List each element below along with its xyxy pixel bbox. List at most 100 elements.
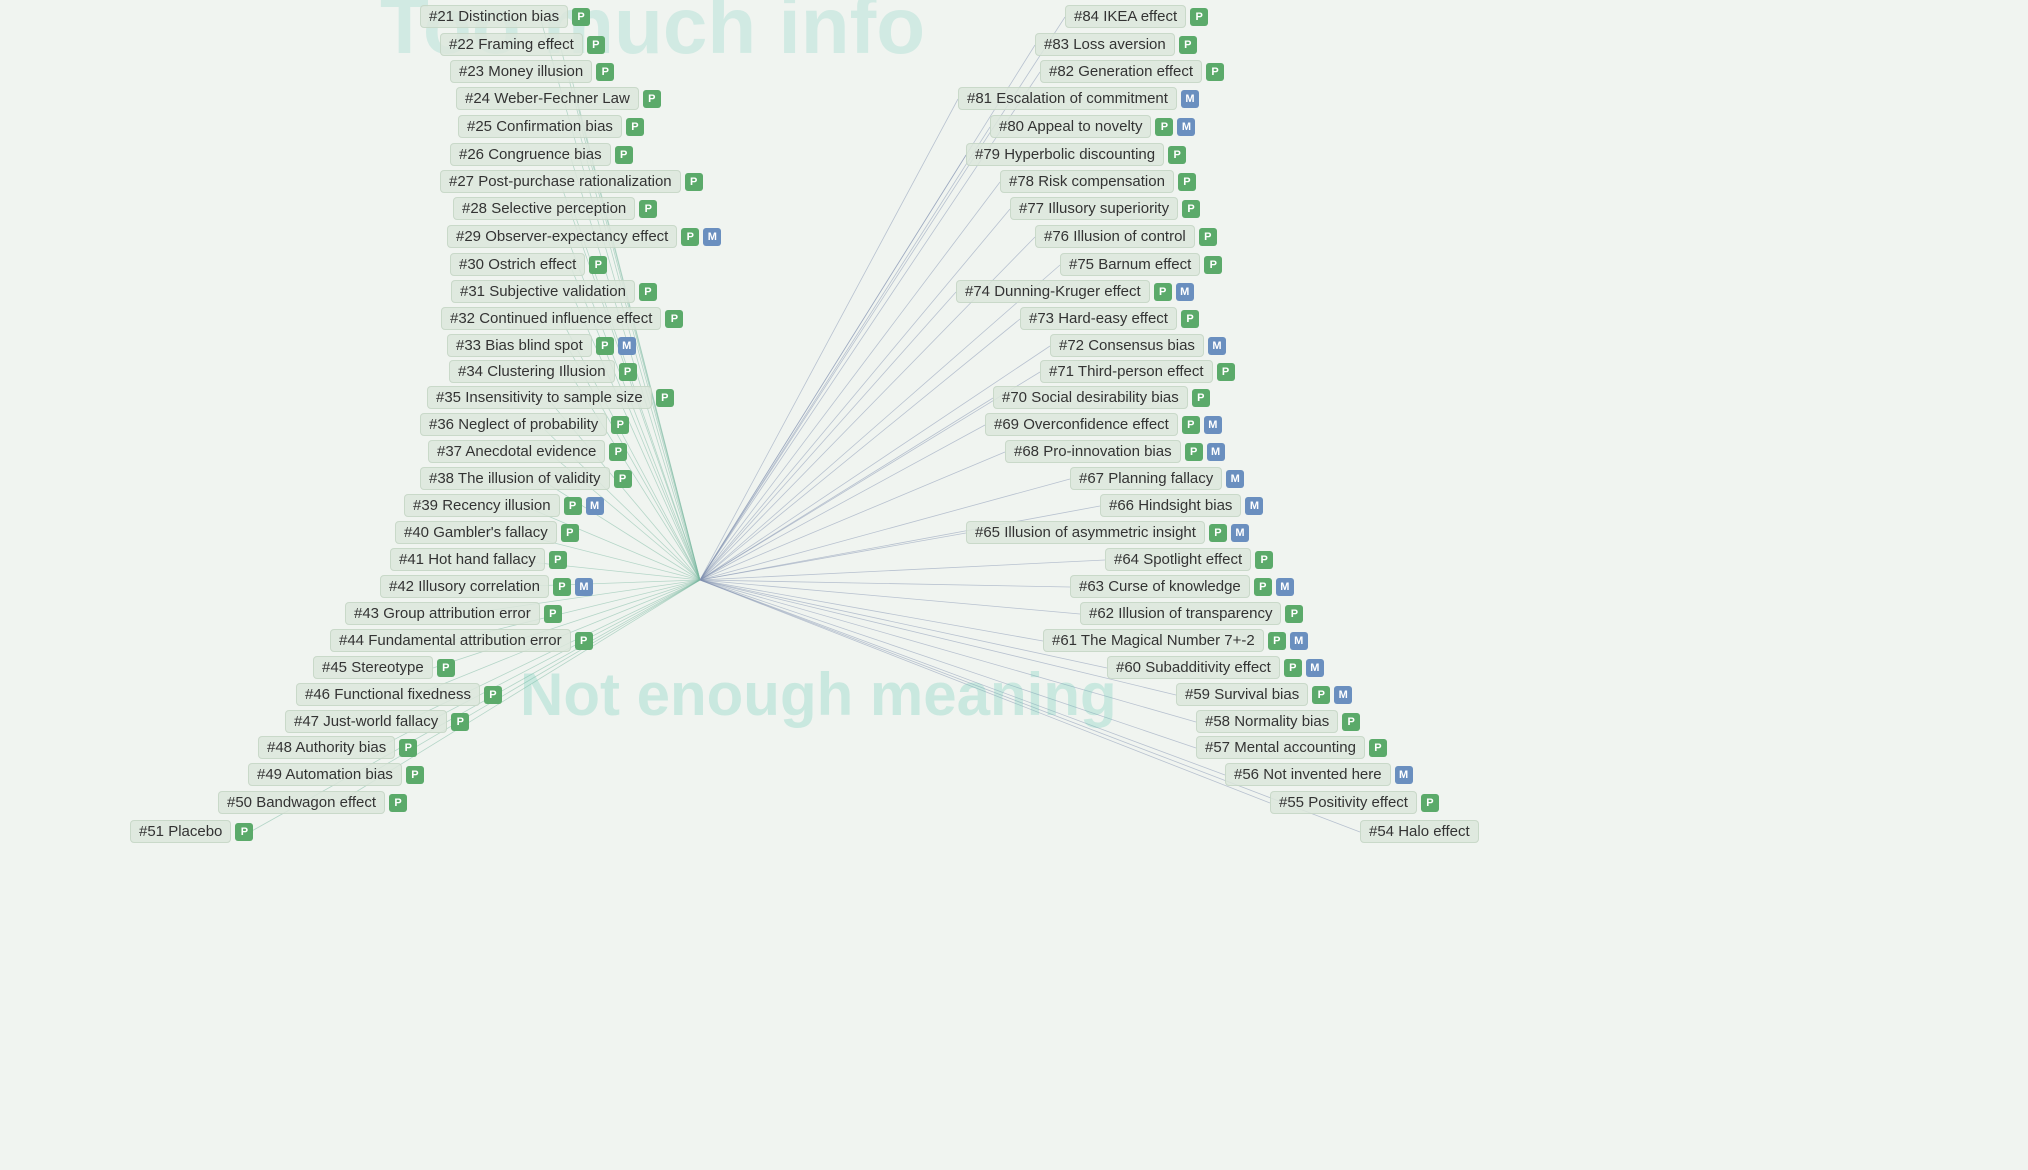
- tag-m-72: M: [1208, 337, 1226, 355]
- bias-node-49[interactable]: #49 Automation biasP: [248, 763, 424, 786]
- tag-m-69: M: [1204, 416, 1222, 434]
- bias-node-60[interactable]: #60 Subadditivity effectPM: [1107, 656, 1324, 679]
- bias-node-30[interactable]: #30 Ostrich effectP: [450, 253, 607, 276]
- bias-label-41: #41 Hot hand fallacy: [390, 548, 545, 571]
- bias-node-57[interactable]: #57 Mental accountingP: [1196, 736, 1387, 759]
- bias-node-74[interactable]: #74 Dunning-Kruger effectPM: [956, 280, 1194, 303]
- tag-p-46: P: [484, 686, 502, 704]
- tag-p-25: P: [626, 118, 644, 136]
- bias-node-65[interactable]: #65 Illusion of asymmetric insightPM: [966, 521, 1249, 544]
- bias-node-64[interactable]: #64 Spotlight effectP: [1105, 548, 1273, 571]
- bias-node-26[interactable]: #26 Congruence biasP: [450, 143, 633, 166]
- bias-label-59: #59 Survival bias: [1176, 683, 1308, 706]
- tag-p-74: P: [1154, 283, 1172, 301]
- bias-node-47[interactable]: #47 Just-world fallacyP: [285, 710, 469, 733]
- bias-node-56[interactable]: #56 Not invented hereM: [1225, 763, 1413, 786]
- bias-node-21[interactable]: #21 Distinction biasP: [420, 5, 590, 28]
- bias-label-67: #67 Planning fallacy: [1070, 467, 1222, 490]
- tag-p-40: P: [561, 524, 579, 542]
- tag-m-56: M: [1395, 766, 1413, 784]
- bias-node-54[interactable]: #54 Halo effect: [1360, 820, 1479, 843]
- bias-node-68[interactable]: #68 Pro-innovation biasPM: [1005, 440, 1225, 463]
- bias-node-75[interactable]: #75 Barnum effectP: [1060, 253, 1222, 276]
- bias-node-37[interactable]: #37 Anecdotal evidenceP: [428, 440, 627, 463]
- tag-m-80: M: [1177, 118, 1195, 136]
- tag-p-78: P: [1178, 173, 1196, 191]
- bias-node-42[interactable]: #42 Illusory correlationPM: [380, 575, 593, 598]
- bias-node-48[interactable]: #48 Authority biasP: [258, 736, 417, 759]
- bias-node-43[interactable]: #43 Group attribution errorP: [345, 602, 562, 625]
- tag-p-39: P: [564, 497, 582, 515]
- bias-node-84[interactable]: #84 IKEA effectP: [1065, 5, 1208, 28]
- bias-node-63[interactable]: #63 Curse of knowledgePM: [1070, 575, 1294, 598]
- bias-node-58[interactable]: #58 Normality biasP: [1196, 710, 1360, 733]
- bias-node-38[interactable]: #38 The illusion of validityP: [420, 467, 632, 490]
- bias-node-31[interactable]: #31 Subjective validationP: [451, 280, 657, 303]
- bias-label-49: #49 Automation bias: [248, 763, 402, 786]
- bias-node-73[interactable]: #73 Hard-easy effectP: [1020, 307, 1199, 330]
- tag-p-31: P: [639, 283, 657, 301]
- tag-p-83: P: [1179, 36, 1197, 54]
- mind-map-canvas: Too much info Not enough meaning #21 Dis…: [0, 0, 2028, 1170]
- bias-node-55[interactable]: #55 Positivity effectP: [1270, 791, 1439, 814]
- bias-label-32: #32 Continued influence effect: [441, 307, 661, 330]
- bias-node-81[interactable]: #81 Escalation of commitmentM: [958, 87, 1199, 110]
- tag-p-41: P: [549, 551, 567, 569]
- bias-node-66[interactable]: #66 Hindsight biasM: [1100, 494, 1263, 517]
- bias-node-34[interactable]: #34 Clustering IllusionP: [449, 360, 637, 383]
- bias-node-51[interactable]: #51 PlaceboP: [130, 820, 253, 843]
- bias-label-57: #57 Mental accounting: [1196, 736, 1365, 759]
- tag-m-39: M: [586, 497, 604, 515]
- bias-node-72[interactable]: #72 Consensus biasM: [1050, 334, 1226, 357]
- bias-node-77[interactable]: #77 Illusory superiorityP: [1010, 197, 1200, 220]
- bias-label-80: #80 Appeal to novelty: [990, 115, 1151, 138]
- bias-node-46[interactable]: #46 Functional fixednessP: [296, 683, 502, 706]
- bias-node-82[interactable]: #82 Generation effectP: [1040, 60, 1224, 83]
- bias-node-33[interactable]: #33 Bias blind spotPM: [447, 334, 636, 357]
- bias-node-25[interactable]: #25 Confirmation biasP: [458, 115, 644, 138]
- bias-node-29[interactable]: #29 Observer-expectancy effectPM: [447, 225, 721, 248]
- tag-m-60: M: [1306, 659, 1324, 677]
- bias-node-78[interactable]: #78 Risk compensationP: [1000, 170, 1196, 193]
- bias-node-70[interactable]: #70 Social desirability biasP: [993, 386, 1210, 409]
- bias-node-50[interactable]: #50 Bandwagon effectP: [218, 791, 407, 814]
- bias-node-28[interactable]: #28 Selective perceptionP: [453, 197, 657, 220]
- bias-label-21: #21 Distinction bias: [420, 5, 568, 28]
- bias-label-24: #24 Weber-Fechner Law: [456, 87, 639, 110]
- bias-node-36[interactable]: #36 Neglect of probabilityP: [420, 413, 629, 436]
- tag-p-35: P: [656, 389, 674, 407]
- bias-label-29: #29 Observer-expectancy effect: [447, 225, 677, 248]
- bias-node-23[interactable]: #23 Money illusionP: [450, 60, 614, 83]
- tag-m-59: M: [1334, 686, 1352, 704]
- bias-label-60: #60 Subadditivity effect: [1107, 656, 1280, 679]
- bias-node-59[interactable]: #59 Survival biasPM: [1176, 683, 1352, 706]
- bias-node-22[interactable]: #22 Framing effectP: [440, 33, 605, 56]
- tag-p-43: P: [544, 605, 562, 623]
- bias-node-45[interactable]: #45 StereotypeP: [313, 656, 455, 679]
- bias-label-25: #25 Confirmation bias: [458, 115, 622, 138]
- bias-label-51: #51 Placebo: [130, 820, 231, 843]
- bias-node-27[interactable]: #27 Post-purchase rationalizationP: [440, 170, 703, 193]
- bias-node-61[interactable]: #61 The Magical Number 7+-2PM: [1043, 629, 1308, 652]
- bias-node-44[interactable]: #44 Fundamental attribution errorP: [330, 629, 593, 652]
- bias-node-24[interactable]: #24 Weber-Fechner LawP: [456, 87, 661, 110]
- bias-label-34: #34 Clustering Illusion: [449, 360, 615, 383]
- bias-node-40[interactable]: #40 Gambler's fallacyP: [395, 521, 579, 544]
- bias-node-69[interactable]: #69 Overconfidence effectPM: [985, 413, 1222, 436]
- bias-label-38: #38 The illusion of validity: [420, 467, 610, 490]
- bias-node-67[interactable]: #67 Planning fallacyM: [1070, 467, 1244, 490]
- bias-node-79[interactable]: #79 Hyperbolic discountingP: [966, 143, 1186, 166]
- bias-node-32[interactable]: #32 Continued influence effectP: [441, 307, 683, 330]
- bias-node-35[interactable]: #35 Insensitivity to sample sizeP: [427, 386, 674, 409]
- bias-label-62: #62 Illusion of transparency: [1080, 602, 1281, 625]
- bias-label-63: #63 Curse of knowledge: [1070, 575, 1250, 598]
- bias-node-76[interactable]: #76 Illusion of controlP: [1035, 225, 1217, 248]
- bias-node-41[interactable]: #41 Hot hand fallacyP: [390, 548, 567, 571]
- bias-node-62[interactable]: #62 Illusion of transparencyP: [1080, 602, 1303, 625]
- bias-node-80[interactable]: #80 Appeal to noveltyPM: [990, 115, 1195, 138]
- bias-node-83[interactable]: #83 Loss aversionP: [1035, 33, 1197, 56]
- bias-node-39[interactable]: #39 Recency illusionPM: [404, 494, 604, 517]
- bias-node-71[interactable]: #71 Third-person effectP: [1040, 360, 1235, 383]
- tag-m-63: M: [1276, 578, 1294, 596]
- tag-p-48: P: [399, 739, 417, 757]
